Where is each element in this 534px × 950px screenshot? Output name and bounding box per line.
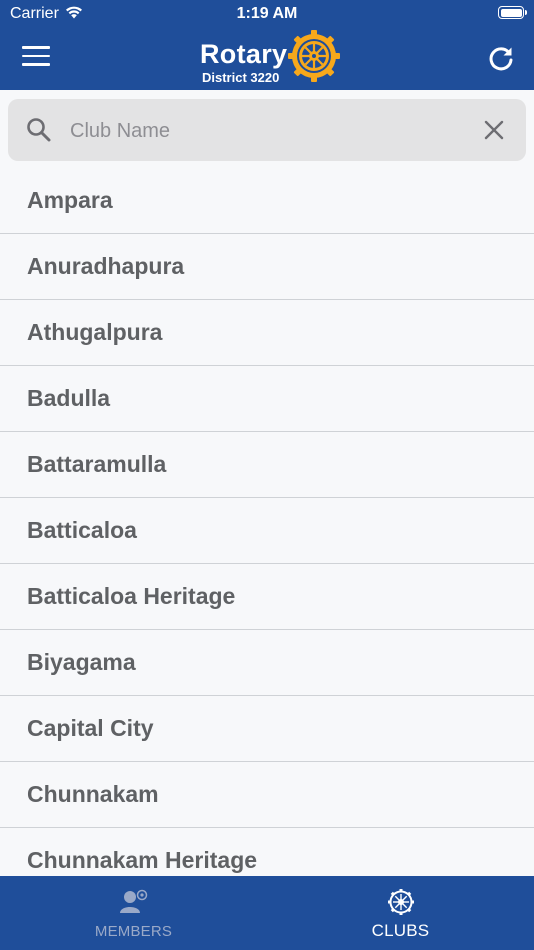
logo-district: District 3220 (202, 70, 280, 85)
refresh-icon[interactable] (487, 44, 515, 77)
club-list-item[interactable]: Batticaloa Heritage (0, 564, 534, 630)
rotary-logo: Rotary District 3220 (200, 30, 350, 88)
tab-clubs-label: CLUBS (371, 921, 430, 940)
rotary-wheel-icon (287, 29, 341, 88)
club-list-item[interactable]: Chunnakam Heritage (0, 828, 534, 876)
magnifier-icon (26, 117, 52, 148)
club-list-item[interactable]: Battaramulla (0, 432, 534, 498)
status-bar: Carrier 1:19 AM (0, 0, 534, 28)
club-list-item[interactable]: Anuradhapura (0, 234, 534, 300)
rotary-wheel-icon (267, 889, 534, 920)
club-list[interactable]: Ampara Anuradhapura Athugalpura Badulla … (0, 168, 534, 876)
app-header: Carrier 1:19 AM Rotary District 3220 (0, 0, 534, 90)
search-bar (8, 99, 526, 161)
tab-members-label: MEMBERS (94, 923, 173, 940)
members-icon (0, 889, 267, 920)
club-list-item[interactable]: Athugalpura (0, 300, 534, 366)
tab-clubs[interactable]: CLUBS (267, 876, 534, 950)
club-list-item[interactable]: Chunnakam (0, 762, 534, 828)
close-icon[interactable] (482, 118, 506, 147)
club-list-item[interactable]: Capital City (0, 696, 534, 762)
hamburger-menu-icon[interactable] (22, 46, 50, 68)
club-list-item[interactable]: Biyagama (0, 630, 534, 696)
tab-bar: MEMBERS CLUBS (0, 876, 534, 950)
tab-members[interactable]: MEMBERS (0, 876, 267, 950)
club-name-search-input[interactable] (68, 114, 472, 148)
clock: 1:19 AM (236, 5, 298, 22)
logo-word: Rotary (200, 39, 288, 69)
club-list-item[interactable]: Ampara (0, 168, 534, 234)
battery-icon (498, 6, 527, 19)
club-list-item[interactable]: Badulla (0, 366, 534, 432)
club-list-item[interactable]: Batticaloa (0, 498, 534, 564)
